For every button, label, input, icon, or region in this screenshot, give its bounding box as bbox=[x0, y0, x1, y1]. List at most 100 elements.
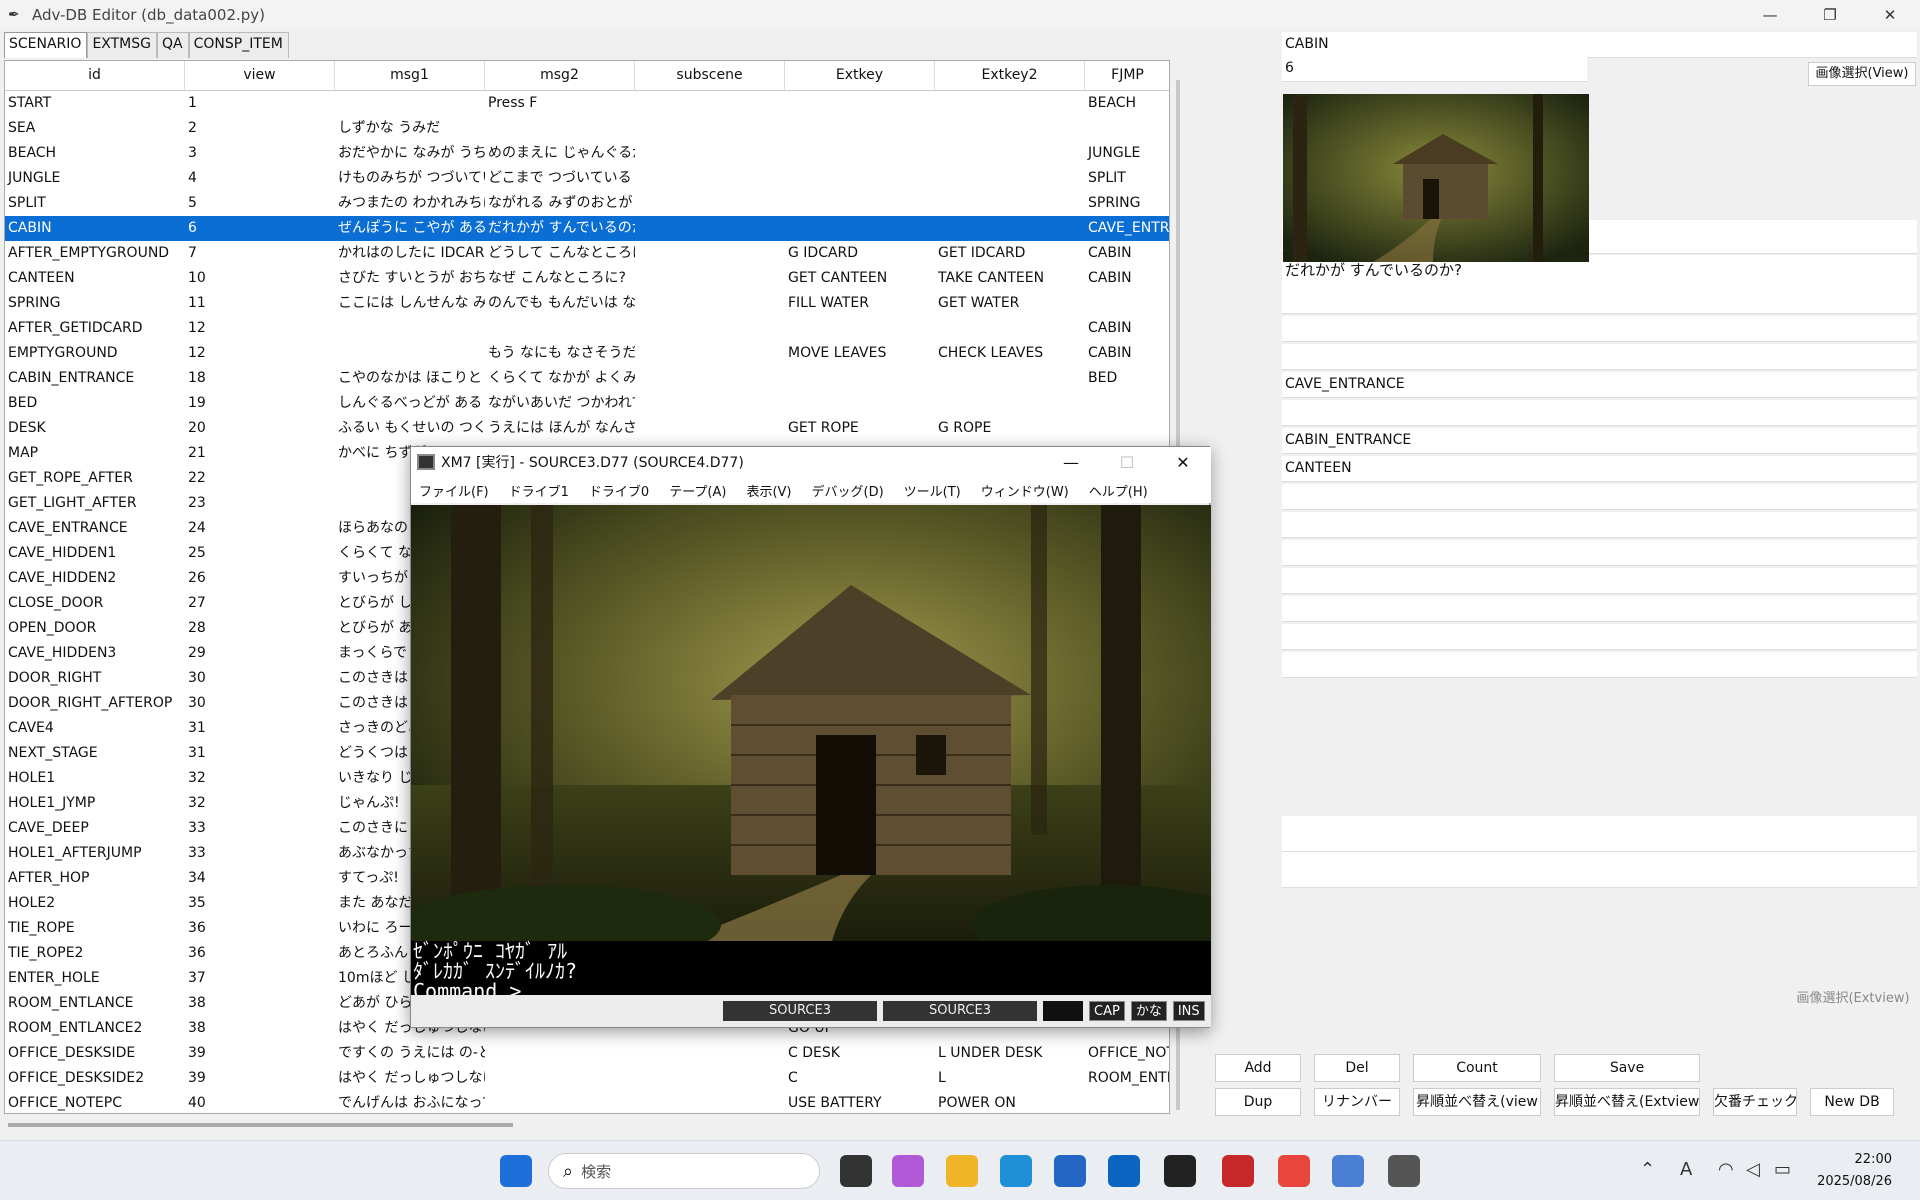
missing-number-check-button[interactable]: 欠番チェック bbox=[1713, 1088, 1797, 1116]
battery-icon[interactable]: ▭ bbox=[1774, 1159, 1791, 1180]
menu-drive1[interactable]: ドライブ1 bbox=[509, 481, 569, 500]
field-input-extkey[interactable] bbox=[1282, 316, 1917, 342]
field-input-extview[interactable] bbox=[1282, 890, 1917, 916]
field-input-item[interactable] bbox=[1282, 596, 1917, 622]
edge-icon[interactable] bbox=[1000, 1155, 1032, 1187]
tab-scenario[interactable]: SCENARIO bbox=[4, 32, 88, 58]
field-input-aword2[interactable] bbox=[1282, 852, 1917, 888]
del-button[interactable]: Del bbox=[1314, 1054, 1400, 1082]
menu-help[interactable]: ヘルプ(H) bbox=[1089, 481, 1148, 500]
terminal-icon[interactable] bbox=[1164, 1155, 1196, 1187]
table-row[interactable]: START 1 Press F BEACH bbox=[5, 91, 1169, 116]
sort-by-view-button[interactable]: 昇順並べ替え(view bbox=[1413, 1088, 1541, 1116]
console-command-prompt[interactable]: Command >_ bbox=[413, 981, 1211, 995]
restore-button[interactable]: ❐ bbox=[1800, 0, 1860, 30]
column-header-subscene[interactable]: subscene bbox=[635, 61, 785, 90]
table-row[interactable]: OFFICE_DESKSIDE2 39 はやく だっしゅつしなけれ C L ROOM_EN… bbox=[5, 1066, 1169, 1091]
field-input-newjmp[interactable] bbox=[1282, 568, 1917, 594]
wifi-icon[interactable]: ◠ bbox=[1718, 1159, 1734, 1180]
field-input-qa[interactable] bbox=[1282, 736, 1917, 762]
field-input-subscene[interactable] bbox=[1282, 288, 1917, 314]
field-input-ljmp[interactable] bbox=[1282, 400, 1917, 426]
field-input-bjmp[interactable]: CANTEEN bbox=[1282, 456, 1917, 482]
table-row[interactable]: AFTER_GETIDCARD 12 CABIN bbox=[5, 316, 1169, 341]
sort-by-extview-button[interactable]: 昇順並べ替え(Extview bbox=[1554, 1088, 1700, 1116]
tab-qa[interactable]: QA bbox=[157, 32, 189, 58]
table-row[interactable]: CABIN_ENTRANCE 18 こやのなかは ほこりと かくらくて なかが よく… bbox=[5, 366, 1169, 391]
xm7-close-button[interactable]: ✕ bbox=[1155, 447, 1211, 477]
field-input-fjmp[interactable]: CAVE_ENTRANCE bbox=[1282, 372, 1917, 398]
field-input-extjmp[interactable] bbox=[1282, 484, 1917, 510]
xm7-emulator-window[interactable]: XM7 [実行] - SOURCE3.D77 (SOURCE4.D77) — ☐… bbox=[410, 446, 1211, 1028]
xm7-minimize-button[interactable]: — bbox=[1043, 447, 1099, 477]
table-row[interactable]: AFTER_EMPTYGROUND 7 かれはのしたに IDCARD どうして こんな… bbox=[5, 241, 1169, 266]
clock[interactable]: 22:00 2025/08/26 bbox=[1812, 1149, 1892, 1193]
field-input-scene[interactable] bbox=[1282, 680, 1917, 706]
field-input-write_scene[interactable] bbox=[1282, 708, 1917, 734]
horizontal-scrollbar[interactable] bbox=[8, 1123, 513, 1127]
field-input-chjmp[interactable] bbox=[1282, 624, 1917, 650]
table-row[interactable]: JUNGLE 4 けものみちが つづいてい どこまで つづいている の SPLIT bbox=[5, 166, 1169, 191]
tab-extmsg[interactable]: EXTMSG bbox=[87, 32, 157, 58]
table-row[interactable]: CABIN 6 ぜんぽうに こやが あるだれかが すんでいるのか CAVE_ENTRA… bbox=[5, 216, 1169, 241]
minimize-button[interactable]: — bbox=[1740, 0, 1800, 30]
volume-icon[interactable]: ◁ bbox=[1746, 1159, 1760, 1180]
close-button[interactable]: ✕ bbox=[1860, 0, 1920, 30]
column-header-extkey2[interactable]: Extkey2 bbox=[935, 61, 1085, 90]
table-row[interactable]: SPRING 11 ここには しんせんな みず のんでも もんだいは なさ FILL W… bbox=[5, 291, 1169, 316]
notepad-icon[interactable] bbox=[1332, 1155, 1364, 1187]
menu-debug[interactable]: デバッグ(D) bbox=[812, 481, 884, 500]
field-input-keywd[interactable] bbox=[1282, 764, 1917, 790]
field-input-newscene[interactable] bbox=[1282, 512, 1917, 538]
column-header-msg1[interactable]: msg1 bbox=[335, 61, 485, 90]
emulator-screen[interactable]: ｾﾞﾝﾎﾟｳﾆ ｺﾔｶﾞ ｱﾙ ﾀﾞﾚｶｶﾞ ｽﾝﾃﾞｲﾙﾉｶ? Command >… bbox=[411, 505, 1211, 995]
windows-start-icon[interactable] bbox=[500, 1155, 532, 1187]
menu-tools[interactable]: ツール(T) bbox=[904, 481, 961, 500]
task-view-icon[interactable] bbox=[840, 1155, 872, 1187]
table-row[interactable]: OFFICE_DESKSIDE 39 ですくの うえには の-とは C DESK L U… bbox=[5, 1041, 1169, 1066]
save-button[interactable]: Save bbox=[1554, 1054, 1700, 1082]
renumber-button[interactable]: リナンバー bbox=[1314, 1088, 1400, 1116]
table-row[interactable]: SPLIT 5 みつまたの わかれみちに ながれる みずのおとが き SPRING bbox=[5, 191, 1169, 216]
table-row[interactable]: BEACH 3 おだやかに なみが うちよ めのまえに じゃんぐるが JUNGLE bbox=[5, 141, 1169, 166]
chevron-up-icon[interactable]: ⌃ bbox=[1640, 1159, 1655, 1180]
file-explorer-icon[interactable] bbox=[946, 1155, 978, 1187]
chrome-icon[interactable] bbox=[1278, 1155, 1310, 1187]
field-input-consp[interactable] bbox=[1282, 918, 1917, 944]
field-input-rjmp[interactable]: CABIN_ENTRANCE bbox=[1282, 428, 1917, 454]
menu-view[interactable]: 表示(V) bbox=[746, 481, 791, 500]
count-button[interactable]: Count bbox=[1413, 1054, 1541, 1082]
python-editor-icon[interactable] bbox=[1388, 1155, 1420, 1187]
ime-icon[interactable]: A bbox=[1680, 1159, 1692, 1180]
column-header-view[interactable]: view bbox=[185, 61, 335, 90]
field-input-id[interactable]: CABIN bbox=[1282, 32, 1917, 58]
field-input-aword1[interactable] bbox=[1282, 816, 1917, 852]
table-row[interactable]: CANTEEN 10 さびた すいとうが おちて なぜ こんなところに? GET CAN… bbox=[5, 266, 1169, 291]
copilot-icon[interactable] bbox=[892, 1155, 924, 1187]
column-header-msg2[interactable]: msg2 bbox=[485, 61, 635, 90]
add-button[interactable]: Add bbox=[1215, 1054, 1301, 1082]
xm7-taskbar-icon[interactable] bbox=[1222, 1155, 1254, 1187]
select-view-image-button[interactable]: 画像選択(View) bbox=[1808, 62, 1916, 86]
menu-tape[interactable]: テープ(A) bbox=[669, 481, 726, 500]
column-header-id[interactable]: id bbox=[5, 61, 185, 90]
menu-window[interactable]: ウィンドウ(W) bbox=[981, 481, 1069, 500]
table-row[interactable]: SEA 2 しずかな うみだ bbox=[5, 116, 1169, 141]
field-input-useitem[interactable] bbox=[1282, 652, 1917, 678]
new-db-button[interactable]: New DB bbox=[1810, 1088, 1894, 1116]
field-input-keywd2[interactable] bbox=[1282, 792, 1917, 818]
taskbar-search[interactable]: ⌕ 検索 bbox=[548, 1153, 820, 1189]
field-input-extkey2[interactable] bbox=[1282, 344, 1917, 370]
column-header-extkey[interactable]: Extkey bbox=[785, 61, 935, 90]
column-header-fjmp[interactable]: FJMP bbox=[1085, 61, 1169, 90]
menu-file[interactable]: ファイル(F) bbox=[419, 481, 489, 500]
table-row[interactable]: OFFICE_NOTEPC 40 でんげんは おふになってい USE BATTERY P… bbox=[5, 1091, 1169, 1113]
table-row[interactable]: DESK 20 ふるい もくせいの つくえ うえには ほんが なんさつ GET ROPE… bbox=[5, 416, 1169, 441]
outlook-icon[interactable] bbox=[1108, 1155, 1140, 1187]
dup-button[interactable]: Dup bbox=[1215, 1088, 1301, 1116]
table-row[interactable]: EMPTYGROUND 12 もう なにも なさそうだ MOVE LEAVES CHEC… bbox=[5, 341, 1169, 366]
store-icon[interactable] bbox=[1054, 1155, 1086, 1187]
menu-drive0[interactable]: ドライブ0 bbox=[589, 481, 649, 500]
table-row[interactable]: BED 19 しんぐるべっどが ある ながいあいだ つかわれて bbox=[5, 391, 1169, 416]
tab-consp-item[interactable]: CONSP_ITEM bbox=[188, 32, 289, 58]
